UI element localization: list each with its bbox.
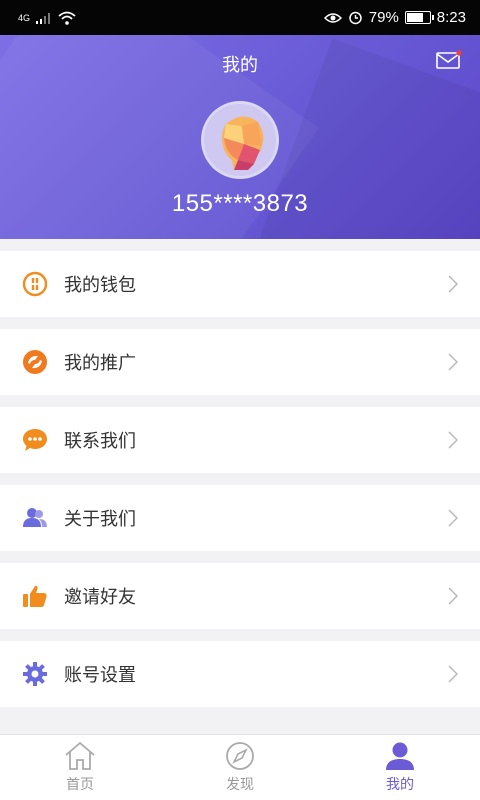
wifi-icon (58, 11, 76, 25)
menu-item-promotion[interactable]: 我的推广 (0, 329, 480, 395)
profile-header: 我的 155****3873 (0, 35, 480, 239)
users-icon (22, 505, 48, 531)
compass-icon (226, 742, 254, 770)
chevron-right-icon (448, 587, 458, 605)
tab-mine[interactable]: 我的 (320, 735, 480, 800)
page-title: 我的 (222, 55, 258, 76)
clock: 8:23 (436, 9, 466, 26)
gear-icon (22, 661, 48, 687)
thumbs-up-icon (22, 583, 48, 609)
tab-label: 发现 (226, 777, 254, 793)
menu-item-label: 我的推广 (64, 353, 136, 374)
tab-discover[interactable]: 发现 (160, 735, 320, 800)
chevron-right-icon (448, 275, 458, 293)
network-label: 4G (18, 12, 31, 23)
menu-item-label: 联系我们 (64, 431, 136, 452)
chevron-right-icon (448, 353, 458, 371)
tab-label: 首页 (66, 777, 94, 793)
menu-item-wallet[interactable]: 我的钱包 (0, 251, 480, 317)
menu-item-label: 我的钱包 (64, 275, 136, 296)
phone-number: 155****3873 (171, 190, 309, 217)
mail-icon[interactable] (436, 50, 462, 70)
user-icon (386, 742, 414, 770)
alarm-icon (349, 11, 362, 25)
menu-item-contact[interactable]: 联系我们 (0, 407, 480, 473)
promotion-icon (22, 349, 48, 375)
battery-percent: 79% (368, 9, 399, 26)
bottom-tab-bar: 首页 发现 我的 (0, 734, 480, 800)
wallet-icon (22, 271, 48, 297)
menu-item-invite[interactable]: 邀请好友 (0, 563, 480, 629)
home-icon (65, 741, 95, 770)
menu-item-settings[interactable]: 账号设置 (0, 641, 480, 707)
menu-item-about[interactable]: 关于我们 (0, 485, 480, 551)
tab-label: 我的 (386, 777, 414, 793)
menu-list: 我的钱包 我的推广 联系我们 关于我们 邀请好友 账号设置 (0, 251, 480, 719)
menu-item-label: 关于我们 (64, 509, 136, 530)
chevron-right-icon (448, 431, 458, 449)
menu-item-label: 账号设置 (64, 665, 136, 686)
tab-home[interactable]: 首页 (0, 735, 160, 800)
eye-icon (323, 12, 342, 23)
avatar[interactable] (201, 101, 279, 179)
battery-icon (404, 11, 434, 24)
chevron-right-icon (448, 509, 458, 527)
signal-icon (36, 12, 51, 24)
status-bar: 4G 79% 8:23 (0, 0, 480, 35)
menu-item-label: 邀请好友 (64, 587, 136, 608)
chat-icon (22, 427, 48, 453)
chevron-right-icon (448, 665, 458, 683)
